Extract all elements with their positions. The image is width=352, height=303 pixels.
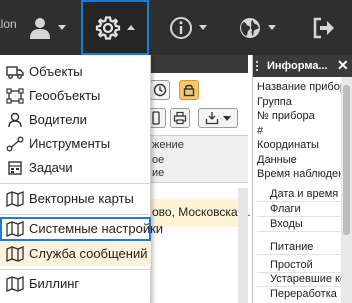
- info-field-label: Данные: [257, 153, 297, 166]
- chevron-down-icon: [223, 115, 231, 121]
- printer-icon: [173, 111, 187, 125]
- menu-item-tasks[interactable]: Задачи: [0, 156, 151, 180]
- menu-divider: [0, 269, 151, 270]
- chevron-down-icon: [58, 25, 66, 30]
- menu-item-tools[interactable]: Инструменты: [0, 132, 151, 156]
- info-panel-header: Информа... ✕: [253, 55, 352, 77]
- print-button[interactable]: [170, 108, 190, 128]
- info-panel: Информа... ✕ Название прибора Группа № при…: [252, 55, 352, 303]
- driver-icon: [6, 112, 24, 128]
- menu-item-label: Объекты: [29, 64, 83, 79]
- drag-handle-icon[interactable]: [256, 61, 262, 71]
- info-field-label: Координаты: [257, 139, 319, 151]
- menu-item-label: Водители: [29, 112, 87, 127]
- info-row-divider: [257, 231, 341, 232]
- address-cell: ово, Московская .: [152, 205, 251, 219]
- truck-icon: [6, 64, 24, 80]
- menu-item-messaging-service[interactable]: Служба сообщений: [0, 242, 151, 266]
- info-row-divider: [257, 216, 341, 217]
- top-navbar: Wialon: [0, 0, 352, 55]
- info-row-divider: [257, 286, 341, 287]
- close-icon[interactable]: ✕: [337, 57, 349, 73]
- info-subfield-label: Флаги: [270, 203, 301, 215]
- table-column-header[interactable]: жение ое ие: [150, 135, 248, 183]
- menu-item-drivers[interactable]: Водители: [0, 108, 151, 132]
- table-row[interactable]: ово, Московская .: [150, 199, 251, 227]
- menu-item-billing[interactable]: Биллинг: [0, 272, 151, 296]
- info-subfield-label: Входы: [270, 218, 303, 230]
- info-menu-button[interactable]: [163, 0, 213, 55]
- info-subfield-label: Дата и время: [270, 188, 339, 200]
- info-row-divider: [257, 201, 341, 202]
- brand-logo-text: Wialon: [0, 17, 17, 31]
- export-icon: [205, 112, 219, 125]
- map-icon: [6, 246, 24, 262]
- info-panel-scrollbar[interactable]: [341, 77, 352, 303]
- menu-item-label: Задачи: [29, 160, 73, 175]
- chevron-down-icon: [268, 25, 276, 30]
- app-root: Wialon: [0, 0, 352, 303]
- menu-divider: [0, 183, 151, 184]
- info-panel-title: Информа...: [267, 60, 328, 72]
- user-icon: [30, 17, 50, 39]
- info-icon: [170, 16, 192, 39]
- info-subfield-label: Устаревшие ко: [270, 273, 347, 285]
- phone-icon: [152, 111, 160, 125]
- info-row-divider: [257, 254, 341, 255]
- info-field-label: Группа: [257, 95, 292, 108]
- tools-icon: [6, 136, 24, 152]
- info-field-label: Название прибора: [257, 81, 341, 93]
- globe-icon: [240, 17, 260, 38]
- map-icon: [6, 191, 24, 207]
- menu-item-objects[interactable]: Объекты: [0, 60, 151, 84]
- geofence-icon: [6, 88, 24, 104]
- column-header-text: ое: [152, 154, 165, 166]
- menu-item-system-settings[interactable]: Системные настройки: [0, 217, 163, 241]
- settings-dropdown-menu: Объекты Геообъекты Водители Инструменты: [0, 55, 163, 303]
- menu-item-label: Инструменты: [29, 136, 111, 151]
- logout-icon: [313, 17, 334, 38]
- export-dropdown-button[interactable]: [198, 108, 238, 128]
- menu-item-geofences[interactable]: Геообъекты: [0, 84, 151, 108]
- menu-item-label: Геообъекты: [29, 88, 101, 103]
- table-scrollbar[interactable]: [238, 188, 248, 303]
- menu-item-label: Векторные карты: [29, 191, 134, 206]
- menu-item-label: Системные настройки: [29, 221, 164, 236]
- lock-icon: [183, 84, 195, 97]
- logout-button[interactable]: [304, 0, 344, 55]
- tasks-icon: [6, 160, 24, 176]
- menu-item-vector-maps[interactable]: Векторные карты: [0, 187, 151, 211]
- gear-icon: [95, 15, 121, 40]
- clock-icon: [153, 83, 167, 97]
- map-icon: [6, 221, 24, 237]
- language-menu-button[interactable]: [232, 0, 282, 55]
- info-subfield-label: Питание: [270, 241, 314, 253]
- user-menu-button[interactable]: [22, 0, 72, 55]
- info-field-label: #: [257, 124, 264, 137]
- menu-divider: [0, 214, 151, 215]
- menu-item-label: Биллинг: [29, 276, 80, 291]
- info-field-label: Время наблюдения: [257, 168, 341, 180]
- column-header-text: ие: [152, 167, 165, 179]
- info-subfield-label: Переработка: [270, 288, 337, 300]
- info-subfield-label: Простой: [270, 259, 313, 271]
- settings-menu-button[interactable]: [81, 0, 149, 55]
- map-icon: [6, 276, 24, 292]
- column-header-text: жение: [152, 139, 184, 151]
- lock-button[interactable]: [179, 80, 199, 100]
- chevron-down-icon: [199, 25, 207, 30]
- menu-item-label: Служба сообщений: [29, 246, 148, 261]
- chevron-up-icon: [127, 25, 135, 30]
- scrollbar-thumb[interactable]: [343, 85, 350, 235]
- time-filter-button[interactable]: [150, 80, 170, 100]
- info-field-label: № прибора: [257, 110, 315, 122]
